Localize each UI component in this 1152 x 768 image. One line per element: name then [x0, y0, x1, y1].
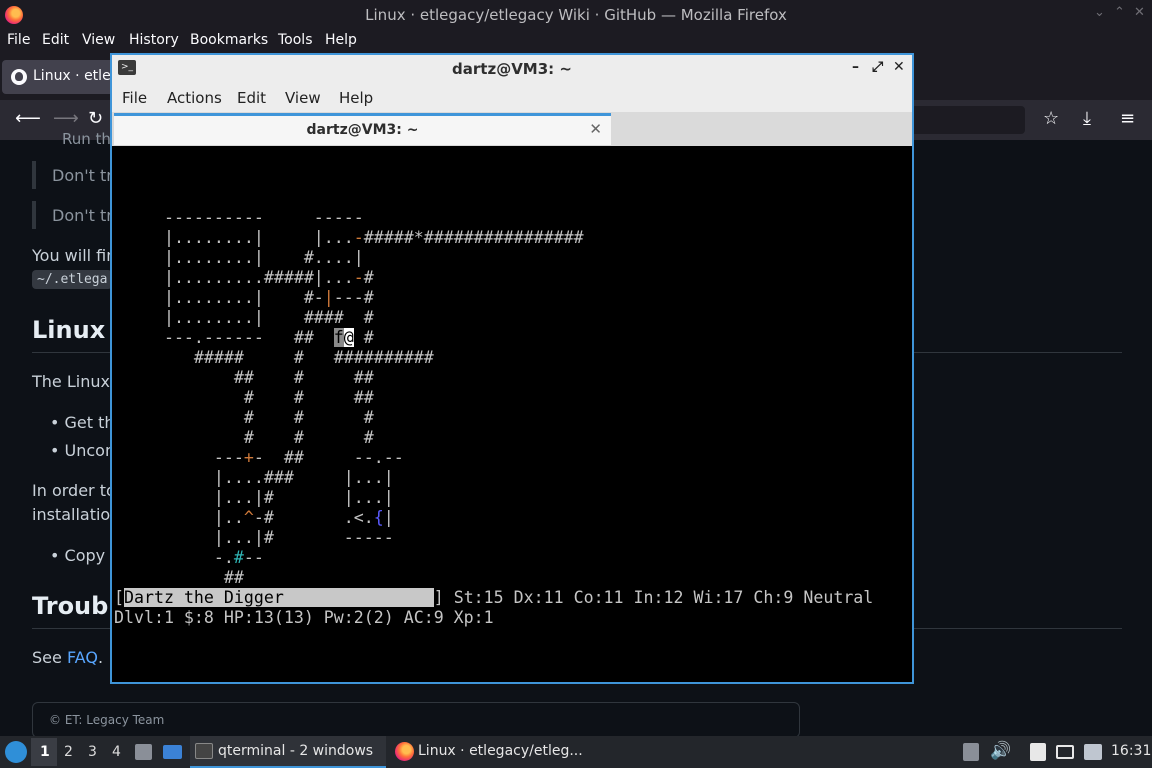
character-name: Dartz the Digger [124, 588, 434, 607]
forward-icon[interactable]: ⟶ [53, 108, 79, 129]
menu-history[interactable]: History [129, 32, 179, 48]
workspace-4[interactable]: 4 [112, 744, 121, 760]
menu-actions[interactable]: Actions [167, 89, 222, 107]
status-line-2: Dlvl:1 $:8 HP:13(13) Pw:2(2) AC:9 Xp:1 [114, 608, 494, 627]
menu-bookmarks[interactable]: Bookmarks [190, 32, 268, 48]
blockquote-bar [32, 161, 36, 189]
qterminal-titlebar[interactable]: >_ dartz@VM3: ~ – ⤢ ✕ [112, 55, 912, 82]
taskbar: 1 2 3 4 qterminal - 2 windows Linux · et… [0, 736, 1152, 768]
firefox-tab[interactable]: Linux · etleg [2, 60, 122, 94]
bookmark-star-icon[interactable]: ☆ [1043, 108, 1059, 129]
list-item: • Copy t [50, 546, 117, 565]
qterminal-window[interactable]: >_ dartz@VM3: ~ – ⤢ ✕ File Actions Edit … [110, 53, 914, 684]
blockquote-bar [32, 201, 36, 229]
show-desktop-icon[interactable] [163, 745, 182, 759]
start-menu-icon[interactable] [5, 741, 27, 763]
network-icon[interactable] [1056, 745, 1074, 759]
file-manager-icon[interactable] [135, 744, 152, 760]
clipboard-icon[interactable] [963, 743, 979, 761]
inline-code: ~/.etlega [32, 270, 113, 289]
power-icon[interactable] [1084, 744, 1102, 760]
see-text: See [32, 648, 67, 667]
firefox-titlebar[interactable]: Linux · etlegacy/etlegacy Wiki · GitHub … [0, 0, 1152, 30]
qterminal-menubar: File Actions Edit View Help [112, 82, 912, 112]
status-line-1: [Dartz the Digger ] St:15 Dx:11 Co:11 In… [114, 588, 874, 607]
footer-text: © ET: Legacy Team [49, 713, 165, 727]
maximize-icon[interactable]: ⌃ [1114, 5, 1125, 20]
firefox-window-title: Linux · etlegacy/etlegacy Wiki · GitHub … [365, 6, 787, 24]
list-item-text: Copy t [64, 546, 117, 565]
tab-close-icon[interactable]: ✕ [589, 120, 602, 138]
character-stats: ] St:15 Dx:11 Co:11 In:12 Wi:17 Ch:9 Neu… [433, 588, 874, 607]
downloads-icon[interactable]: ⤓ [1083, 108, 1091, 129]
qterminal-window-title: dartz@VM3: ~ [452, 60, 572, 78]
workspace-3[interactable]: 3 [88, 744, 97, 760]
clock: 16:31 [1111, 743, 1152, 759]
task-firefox-label: Linux · etlegacy/etleg... [418, 743, 583, 759]
menu-file[interactable]: File [7, 32, 30, 48]
qterminal-tab[interactable]: dartz@VM3: ~ ✕ [114, 113, 611, 145]
menu-view[interactable]: View [82, 32, 115, 48]
app-menu-icon[interactable]: ≡ [1120, 108, 1135, 129]
menu-help[interactable]: Help [339, 89, 373, 107]
paragraph: In order to [32, 481, 116, 500]
menu-file[interactable]: File [122, 89, 147, 107]
qterminal-tabbar: dartz@VM3: ~ ✕ [112, 112, 912, 146]
reload-icon[interactable]: ↻ [88, 108, 103, 129]
menu-tools[interactable]: Tools [278, 32, 313, 48]
firefox-tab-label: Linux · etleg [33, 68, 118, 84]
terminal-output[interactable]: ---------- ----- |........| |...-#####*#… [112, 146, 912, 682]
desktop: Linux · etlegacy/etlegacy Wiki · GitHub … [0, 0, 1152, 768]
volume-icon[interactable]: 🔊 [990, 741, 1011, 761]
terminal-icon [195, 743, 213, 759]
partial-text: Run th [62, 130, 111, 148]
task-firefox[interactable]: Linux · etlegacy/etleg... [390, 736, 590, 768]
github-icon [11, 69, 27, 85]
workspace-1[interactable]: 1 [40, 744, 50, 760]
firefox-icon [395, 742, 414, 761]
minimize-icon[interactable]: ⌄ [1094, 5, 1105, 20]
url-bar[interactable] [905, 106, 1025, 134]
qterminal-tab-title: dartz@VM3: ~ [306, 122, 419, 138]
see-faq-paragraph: See FAQ. [32, 648, 103, 667]
faq-link[interactable]: FAQ [67, 648, 98, 667]
back-icon[interactable]: ⟵ [15, 108, 41, 129]
menu-edit[interactable]: Edit [42, 32, 69, 48]
firefox-menubar: File Edit View History Bookmarks Tools H… [0, 30, 1152, 52]
menu-help[interactable]: Help [325, 32, 357, 48]
menu-view[interactable]: View [285, 89, 321, 107]
character-name-text: Dartz the Digger [124, 588, 284, 607]
task-qterminal[interactable]: qterminal - 2 windows [190, 736, 386, 768]
menu-edit[interactable]: Edit [237, 89, 266, 107]
maximize-icon[interactable]: ⤢ [872, 59, 883, 75]
footer: © ET: Legacy Team [32, 702, 800, 738]
notes-icon[interactable] [1030, 743, 1046, 761]
close-icon[interactable]: ✕ [893, 59, 905, 75]
workspace-2[interactable]: 2 [64, 744, 73, 760]
minimize-icon[interactable]: – [852, 59, 859, 75]
see-end: . [97, 648, 104, 667]
task-qterminal-label: qterminal - 2 windows [218, 743, 374, 759]
close-icon[interactable]: ✕ [1134, 5, 1145, 20]
